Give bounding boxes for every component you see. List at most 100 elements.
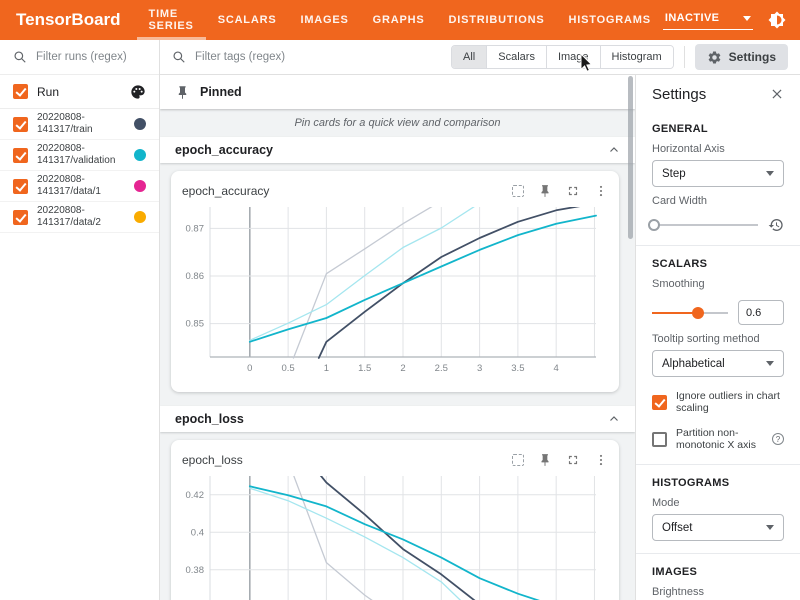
line-chart-epoch-loss[interactable]: 0.360.380.40.42: [182, 476, 608, 600]
more-menu-icon[interactable]: [594, 184, 608, 198]
close-icon[interactable]: [770, 87, 784, 101]
reset-icon[interactable]: [768, 217, 784, 233]
ignore-outliers-checkbox[interactable]: [652, 395, 667, 410]
select-all-runs-checkbox[interactable]: [13, 84, 28, 99]
chevron-up-icon[interactable]: [608, 413, 620, 425]
card-width-slider[interactable]: [652, 218, 758, 232]
section-general-heading: GENERAL: [652, 123, 784, 135]
tab-distributions[interactable]: DISTRIBUTIONS: [437, 0, 557, 40]
run-name: 20220808-141317/validation: [37, 143, 115, 167]
settings-button[interactable]: Settings: [695, 44, 788, 70]
help-icon[interactable]: ?: [772, 433, 784, 445]
pin-icon[interactable]: [538, 184, 552, 198]
tooltip-sorting-select[interactable]: Alphabetical: [652, 350, 784, 377]
filter-pill-histogram[interactable]: Histogram: [600, 46, 673, 68]
svg-text:4: 4: [554, 363, 559, 374]
partition-x-axis-label: Partition non-monotonic X axis: [676, 427, 763, 451]
tab-histograms[interactable]: HISTOGRAMS: [557, 0, 663, 40]
series-141317-validation-unsmoothed-: [250, 207, 476, 340]
scalar-card-epoch-loss: epoch_loss 0.360.380.40.42: [171, 440, 619, 600]
reload-status-dropdown[interactable]: INACTIVE: [663, 10, 753, 30]
chart-svg: 00.511.522.533.540.850.860.87: [182, 207, 602, 377]
run-color-dot[interactable]: [134, 180, 146, 192]
run-row-141317-validation: 20220808-141317/validation: [0, 140, 159, 171]
run-checkbox[interactable]: [13, 148, 28, 163]
histogram-mode-value: Offset: [662, 522, 692, 534]
partition-x-axis-row: Partition non-monotonic X axis ?: [652, 427, 784, 451]
filter-runs-placeholder: Filter runs (regex): [36, 51, 127, 63]
tab-time-series[interactable]: TIME SERIES: [137, 0, 206, 40]
settings-panel: Settings GENERAL Horizontal Axis Step Ca…: [635, 75, 800, 600]
run-color-dot[interactable]: [134, 118, 146, 130]
filter-pill-image[interactable]: Image: [546, 46, 600, 68]
nav-tabs: TIME SERIESSCALARSIMAGESGRAPHSDISTRIBUTI…: [137, 0, 663, 40]
filter-runs-field[interactable]: Filter runs (regex): [0, 40, 159, 75]
chevron-down-icon: [766, 171, 774, 176]
pin-icon[interactable]: [538, 453, 552, 467]
tag-type-filter-group: AllScalarsImageHistogram: [451, 45, 674, 69]
tab-images[interactable]: IMAGES: [288, 0, 360, 40]
smoothing-row: 0.6: [652, 300, 784, 325]
section-images-heading: IMAGES: [652, 566, 784, 578]
search-icon: [172, 50, 186, 64]
fullscreen-icon[interactable]: [566, 184, 580, 198]
series-141317-validation-unsmoothed-: [250, 488, 484, 600]
horizontal-axis-value: Step: [662, 168, 686, 180]
tags-toolbar: Filter tags (regex) AllScalarsImageHisto…: [160, 40, 800, 75]
chevron-up-icon[interactable]: [608, 144, 620, 156]
card-header: epoch_loss: [182, 450, 608, 470]
run-color-dot[interactable]: [134, 149, 146, 161]
runs-list: 20220808-141317/train 20220808-141317/val…: [0, 109, 159, 233]
section-histograms-heading: HISTOGRAMS: [652, 477, 784, 489]
filter-pill-all[interactable]: All: [452, 46, 486, 68]
search-icon: [13, 50, 27, 64]
run-row-141317-data-1: 20220808-141317/data/1: [0, 171, 159, 202]
group-header-epoch-accuracy[interactable]: epoch_accuracy: [160, 137, 635, 163]
pinned-label: Pinned: [200, 85, 242, 99]
run-checkbox[interactable]: [13, 210, 28, 225]
section-scalars-heading: SCALARS: [652, 258, 784, 270]
brightness-toggle-icon[interactable]: [768, 11, 786, 29]
horizontal-axis-select[interactable]: Step: [652, 160, 784, 187]
runs-list-header: Run: [0, 75, 159, 109]
tab-graphs[interactable]: GRAPHS: [361, 0, 437, 40]
run-name: 20220808-141317/data/2: [37, 205, 101, 229]
svg-text:0.42: 0.42: [186, 490, 205, 501]
cards-scroll-area[interactable]: Pinned Pin cards for a quick view and co…: [160, 75, 635, 600]
more-menu-icon[interactable]: [594, 453, 608, 467]
scrollbar-thumb[interactable]: [628, 76, 633, 239]
series-141317-train: [319, 207, 583, 358]
run-checkbox[interactable]: [13, 179, 28, 194]
svg-text:2: 2: [400, 363, 405, 374]
smoothing-value-input[interactable]: 0.6: [738, 300, 784, 325]
palette-icon[interactable]: [130, 84, 146, 100]
fit-to-data-icon[interactable]: [512, 454, 524, 466]
run-row-141317-train: 20220808-141317/train: [0, 109, 159, 140]
scalar-card-epoch-accuracy: epoch_accuracy 00.511.522.533.540.850.86…: [171, 171, 619, 392]
filter-pill-scalars[interactable]: Scalars: [486, 46, 546, 68]
histogram-mode-select[interactable]: Offset: [652, 514, 784, 541]
chevron-down-icon: [766, 361, 774, 366]
smoothing-slider[interactable]: [652, 306, 728, 320]
pin-icon: [175, 85, 190, 100]
svg-text:0.38: 0.38: [186, 565, 205, 576]
runs-sidebar: Filter runs (regex) Run 20220808-141317/…: [0, 40, 160, 600]
fit-to-data-icon[interactable]: [512, 185, 524, 197]
divider: [684, 46, 685, 68]
filter-tags-field[interactable]: Filter tags (regex): [172, 50, 285, 64]
group-title: epoch_loss: [175, 412, 244, 426]
line-chart-epoch-accuracy[interactable]: 00.511.522.533.540.850.860.87: [182, 207, 608, 382]
run-checkbox[interactable]: [13, 117, 28, 132]
tooltip-sorting-value: Alphabetical: [662, 358, 725, 370]
group-header-epoch-loss[interactable]: epoch_loss: [160, 406, 635, 432]
tab-scalars[interactable]: SCALARS: [206, 0, 289, 40]
app-header: TensorBoard TIME SERIESSCALARSIMAGESGRAP…: [0, 0, 800, 40]
svg-text:0.87: 0.87: [186, 223, 205, 234]
svg-text:0.86: 0.86: [186, 271, 205, 282]
partition-x-axis-checkbox[interactable]: [652, 432, 667, 447]
run-color-dot[interactable]: [134, 211, 146, 223]
fullscreen-icon[interactable]: [566, 453, 580, 467]
run-name: 20220808-141317/data/1: [37, 174, 101, 198]
histogram-mode-label: Mode: [652, 497, 784, 509]
chevron-down-icon: [743, 16, 751, 21]
